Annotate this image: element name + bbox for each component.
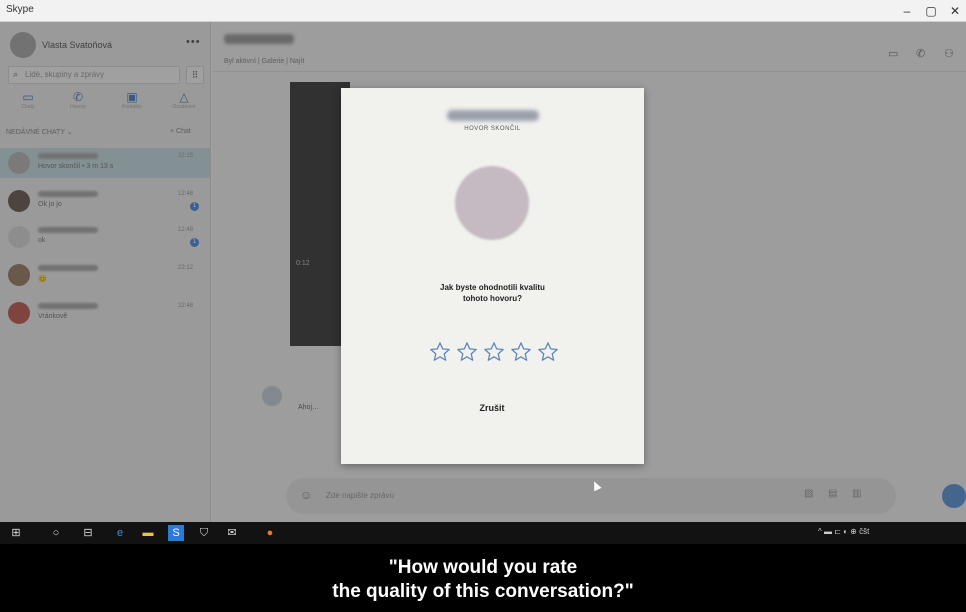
close-button[interactable]: ✕ [944, 2, 966, 20]
file-explorer-icon[interactable]: ▬ [140, 525, 156, 541]
store-icon[interactable]: ⛉ [196, 525, 212, 541]
caller-name-blurred [447, 110, 539, 121]
edge-icon[interactable]: e [112, 525, 128, 541]
star-rating [429, 341, 559, 363]
star-4-icon[interactable] [510, 341, 532, 363]
skype-icon[interactable]: S [168, 525, 184, 541]
windows-start-icon[interactable]: ⊞ [8, 525, 24, 541]
taskbar: ⊞ ○ ⊟ e ▬ S ⛉ ✉ ● ^ ▬ ⊏ ◐ ⊕ čšt [0, 522, 966, 544]
rating-question: Jak byste ohodnotili kvalitu tohoto hovo… [421, 282, 564, 304]
minimize-button[interactable]: – [896, 2, 918, 20]
cancel-button[interactable]: Zrušit [462, 403, 522, 413]
star-1-icon[interactable] [429, 341, 451, 363]
app-title: Skype [6, 4, 34, 15]
maximize-button[interactable]: ▢ [920, 2, 942, 20]
subtitle-caption: "How would you rate the quality of this … [0, 544, 966, 612]
system-tray[interactable]: ^ ▬ ⊏ ◐ ⊕ čšt [818, 527, 869, 536]
star-3-icon[interactable] [483, 341, 505, 363]
subtitle-line-2: the quality of this conversation?" [332, 581, 634, 602]
rating-question-line1: Jak byste ohodnotili kvalitu [440, 283, 545, 292]
firefox-icon[interactable]: ● [262, 525, 278, 541]
call-quality-dialog: HOVOR SKONČIL Jak byste ohodnotili kvali… [341, 88, 644, 464]
subtitle-line-1: "How would you rate [388, 557, 578, 578]
star-2-icon[interactable] [456, 341, 478, 363]
star-5-icon[interactable] [537, 341, 559, 363]
call-status: HOVOR SKONČIL [464, 126, 521, 132]
mail-icon[interactable]: ✉ [224, 525, 240, 541]
screen: Skype – ▢ ✕ Vlasta Svatoňová ••• ⌕ Lidé,… [0, 0, 966, 612]
rating-question-line2: tohoto hovoru? [462, 294, 523, 303]
search-icon[interactable]: ○ [48, 525, 64, 541]
title-bar: Skype – ▢ ✕ [0, 0, 966, 22]
caller-avatar [455, 166, 529, 240]
task-view-icon[interactable]: ⊟ [80, 525, 96, 541]
